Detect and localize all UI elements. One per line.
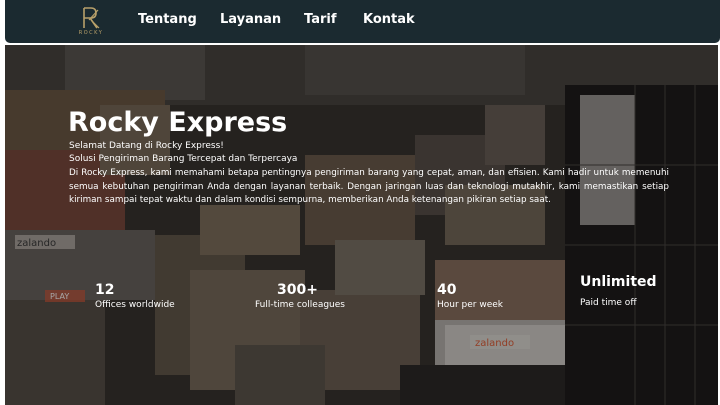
tagline-text: Solusi Pengiriman Barang Tercepat dan Te… — [69, 154, 298, 164]
stat-value: 40 — [437, 282, 457, 298]
stat-value: 300+ — [277, 282, 318, 298]
nav-link-kontak[interactable]: Kontak — [363, 12, 415, 27]
logo-text: ROCKY — [78, 30, 104, 36]
stat-timeoff: Unlimited Paid time off — [580, 274, 657, 308]
nav-link-tentang[interactable]: Tentang — [138, 12, 197, 27]
stat-colleagues: 300+ Full-time colleagues — [255, 282, 345, 310]
hero-description: Di Rocky Express, kami memahami betapa p… — [69, 168, 669, 205]
rk-monogram-icon — [83, 7, 100, 29]
stat-label: Full-time colleagues — [255, 300, 345, 310]
stat-label: Offices worldwide — [95, 300, 175, 310]
hero-background-image: zalando PLAY zalando — [5, 45, 718, 405]
nav-link-layanan[interactable]: Layanan — [220, 12, 281, 27]
rocky-logo[interactable]: ROCKY — [72, 7, 110, 37]
navbar: ROCKY Tentang Layanan Tarif Kontak — [5, 0, 720, 43]
stat-value: 12 — [95, 282, 115, 298]
stat-label: Hour per week — [437, 300, 503, 310]
stat-label: Paid time off — [580, 298, 637, 308]
hero-title: Rocky Express — [68, 107, 288, 138]
stat-hours: 40 Hour per week — [437, 282, 503, 310]
nav-link-tarif[interactable]: Tarif — [304, 12, 337, 27]
stat-value: Unlimited — [580, 274, 657, 290]
welcome-text: Selamat Datang di Rocky Express! — [69, 141, 224, 151]
stat-offices: 12 Offices worldwide — [95, 282, 175, 310]
hero-section: zalando PLAY zalando Rocky Express Selam… — [5, 45, 718, 405]
